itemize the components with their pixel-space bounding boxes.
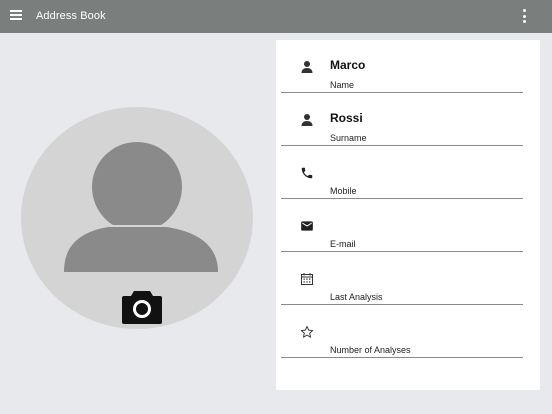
app-bar: Address Book — [0, 0, 552, 33]
field-number-of-analyses[interactable]: Number of Analyses — [276, 305, 540, 358]
field-mobile[interactable]: Mobile — [276, 146, 540, 199]
app-title: Address Book — [36, 10, 106, 22]
field-label: Last Analysis — [330, 292, 383, 302]
field-label: Mobile — [330, 186, 357, 196]
field-underline — [281, 357, 523, 358]
person-icon — [300, 60, 314, 74]
field-last-analysis[interactable]: Last Analysis — [276, 252, 540, 305]
field-label: Surname — [330, 133, 367, 143]
camera-icon[interactable] — [121, 288, 163, 326]
more-vertical-icon[interactable] — [520, 9, 528, 25]
field-email[interactable]: E-mail — [276, 199, 540, 252]
field-label: E-mail — [330, 239, 356, 249]
field-surname[interactable]: Rossi Surname — [276, 93, 540, 146]
email-icon — [300, 219, 314, 233]
phone-icon — [300, 166, 314, 180]
field-label: Number of Analyses — [330, 345, 411, 355]
star-icon — [300, 325, 314, 339]
hamburger-menu-icon[interactable] — [10, 10, 22, 22]
field-label: Name — [330, 80, 355, 90]
field-value: Rossi — [330, 111, 363, 125]
field-name[interactable]: Marco Name — [276, 40, 540, 93]
calendar-icon — [300, 272, 314, 286]
person-icon — [300, 113, 314, 127]
field-value: Marco — [330, 58, 366, 72]
contact-details-panel: Marco Name Rossi Surname Mobile E-mail L… — [276, 40, 540, 390]
